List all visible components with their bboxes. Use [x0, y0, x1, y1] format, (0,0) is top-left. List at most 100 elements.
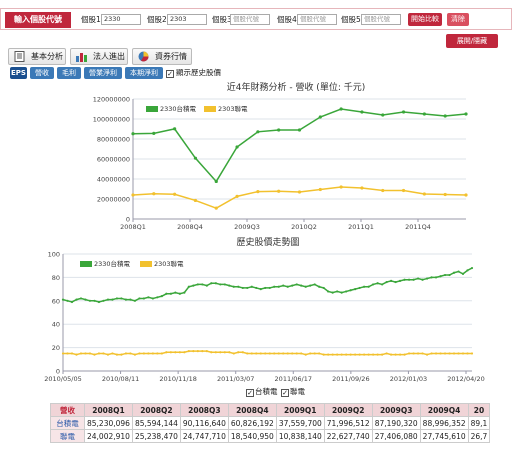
y-tick-label: 120000000 [93, 96, 130, 104]
data-point [381, 188, 385, 193]
tab-basic-analysis-label: 基本分析 [31, 52, 63, 61]
table-row: 聯電 24,002,910 25,238,470 24,747,710 18,5… [50, 429, 491, 443]
data-point [273, 352, 276, 355]
data-point [412, 278, 415, 281]
check-icon: ✓ [166, 70, 174, 78]
data-point [70, 300, 74, 304]
data-point [187, 350, 190, 353]
data-point [97, 300, 101, 304]
stock1-input[interactable]: 2330 [101, 14, 141, 25]
data-point [223, 283, 226, 286]
series-line-1 [62, 267, 473, 303]
table-cell: 24,747,710 [179, 429, 229, 443]
tab-institutional[interactable]: 法人進出 [70, 48, 128, 65]
data-point [237, 351, 240, 354]
data-point [286, 285, 289, 288]
table-header-row: 營收 2008Q1 2008Q2 2008Q3 2008Q4 2009Q1 20… [50, 403, 491, 417]
table-column-header: 2008Q4 [227, 403, 277, 417]
y-tick-label: 100 [48, 251, 60, 259]
data-point [193, 198, 198, 203]
data-point [255, 286, 258, 290]
y-tick-label: 60000000 [97, 156, 130, 164]
x-tick-label: 2011Q4 [405, 223, 431, 231]
legend-label: 2330台積電 [94, 259, 131, 268]
data-point [439, 352, 442, 355]
data-point [367, 285, 370, 288]
x-tick-label: 2011/09/26 [332, 375, 369, 383]
table-cell: 71,996,512 [323, 416, 373, 430]
legend-swatch [204, 106, 216, 112]
expand-toggle-button[interactable]: 展開/隱藏 [446, 34, 498, 48]
data-point [360, 110, 364, 114]
table-cell: 27,406,080 [371, 429, 421, 443]
table-cell: 89,1 [467, 416, 491, 430]
chart-title: 近4年財務分析 - 營收 (單位: 千元) [227, 81, 365, 93]
data-point [174, 351, 177, 354]
data-point [398, 353, 402, 356]
data-point [219, 351, 222, 354]
stock1-label: 個股1 [81, 15, 101, 24]
data-point [322, 353, 325, 356]
data-point [124, 352, 128, 355]
data-point [111, 352, 114, 355]
x-tick-label: 2011/03/07 [217, 375, 254, 383]
data-point [318, 115, 322, 119]
check-icon: ✓ [246, 389, 254, 397]
table-row-label: 聯電 [50, 429, 85, 443]
data-point [201, 283, 204, 286]
table-cell: 10,838,140 [275, 429, 325, 443]
data-point [381, 283, 384, 286]
legend-swatch [146, 106, 158, 112]
data-point [282, 284, 285, 287]
data-point [381, 353, 384, 356]
data-point [277, 189, 281, 193]
data-point [214, 282, 217, 285]
x-tick-label: 2008Q4 [177, 223, 203, 231]
data-point [434, 352, 438, 355]
stock4-input[interactable]: 個股代號 [297, 14, 337, 25]
data-point [214, 351, 217, 354]
tab-margin-trading[interactable]: 資券行情 [132, 48, 192, 65]
stock2-input[interactable]: 2303 [167, 14, 207, 25]
data-point [232, 285, 235, 288]
table-cell: 22,627,740 [323, 429, 373, 443]
data-point [152, 192, 156, 196]
data-point [318, 187, 322, 192]
data-point [246, 286, 249, 290]
data-point [277, 352, 280, 355]
data-point [291, 352, 294, 355]
data-point [169, 292, 172, 295]
compare-button[interactable]: 開始比較 [408, 13, 442, 26]
data-point [66, 299, 69, 302]
stock3-input[interactable]: 個股代號 [230, 14, 270, 25]
legend-check-umc[interactable]: ✓ 聯電 [281, 386, 305, 397]
revenue-table: 營收 2008Q1 2008Q2 2008Q3 2008Q4 2009Q1 20… [50, 403, 491, 443]
data-point [331, 291, 334, 294]
data-point [318, 352, 321, 355]
data-point [106, 353, 110, 356]
data-point [416, 277, 420, 280]
data-point [156, 352, 159, 355]
data-point [138, 297, 141, 300]
data-point [422, 192, 426, 196]
data-point [318, 285, 321, 288]
table-row-label: 台積電 [50, 416, 85, 430]
tab-basic-analysis[interactable]: 基本分析 [8, 48, 66, 65]
stock5-input[interactable]: 個股代號 [361, 14, 401, 25]
pie-chart-icon [138, 51, 149, 62]
data-point [187, 285, 190, 288]
data-point [443, 352, 447, 355]
data-point [70, 352, 74, 355]
data-point [255, 352, 258, 355]
data-point [84, 352, 87, 355]
data-point [178, 292, 181, 295]
data-point [340, 291, 343, 294]
data-point [360, 186, 364, 190]
legend-check-tsmc[interactable]: ✓ 台積電 [246, 386, 278, 397]
data-point [461, 352, 465, 355]
data-point [309, 352, 312, 355]
data-point [205, 284, 208, 287]
clear-button[interactable]: 清除 [447, 13, 469, 26]
data-point [120, 353, 123, 356]
data-point [237, 285, 240, 288]
